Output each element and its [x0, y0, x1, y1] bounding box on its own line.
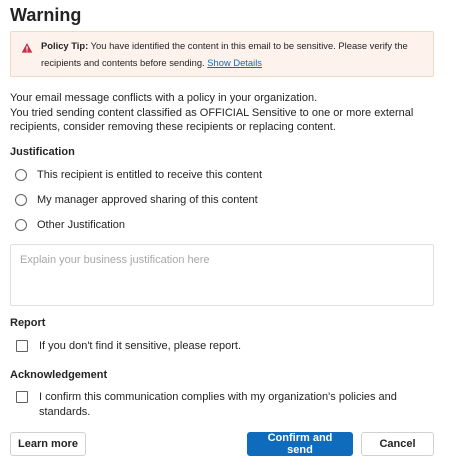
justification-option-manager-approved[interactable]: My manager approved sharing of this cont…	[15, 192, 258, 208]
acknowledgement-checkbox-label: I confirm this communication complies wi…	[39, 391, 397, 418]
acknowledgement-heading: Acknowledgement	[10, 369, 108, 381]
justification-option-other[interactable]: Other Justification	[15, 217, 125, 233]
justification-heading: Justification	[10, 146, 75, 158]
justification-option-label: Other Justification	[37, 219, 126, 231]
policy-message: Your email message conflicts with a poli…	[10, 91, 435, 135]
learn-more-button[interactable]: Learn more	[10, 432, 86, 456]
confirm-and-send-button[interactable]: Confirm and send	[247, 432, 353, 456]
cancel-button[interactable]: Cancel	[361, 432, 434, 456]
policy-message-line-2: You tried sending content classified as …	[10, 106, 414, 134]
radio-button[interactable]	[15, 219, 27, 231]
report-checkbox-row[interactable]: If you don't find it sensitive, please r…	[16, 339, 241, 354]
justification-option-label: This recipient is entitled to receive th…	[37, 169, 263, 181]
warning-dialog: Warning Policy Tip: You have identified …	[0, 0, 450, 468]
report-checkbox[interactable]	[16, 340, 28, 352]
policy-tip-label: Policy Tip:	[41, 40, 89, 51]
policy-message-line-1: Your email message conflicts with a poli…	[10, 92, 318, 104]
radio-button[interactable]	[15, 169, 27, 181]
acknowledgement-checkbox-row[interactable]: I confirm this communication complies wi…	[16, 390, 416, 419]
acknowledgement-checkbox[interactable]	[16, 391, 28, 403]
radio-button[interactable]	[15, 194, 27, 206]
warning-triangle-icon	[21, 43, 33, 53]
justification-textarea[interactable]	[10, 244, 434, 306]
policy-tip-banner: Policy Tip: You have identified the cont…	[10, 31, 434, 77]
report-heading: Report	[10, 317, 46, 329]
dialog-title: Warning	[10, 5, 82, 25]
show-details-link[interactable]: Show Details	[207, 57, 262, 68]
report-checkbox-label: If you don't find it sensitive, please r…	[39, 340, 242, 352]
justification-option-label: My manager approved sharing of this cont…	[37, 194, 258, 206]
justification-option-recipient-entitled[interactable]: This recipient is entitled to receive th…	[15, 167, 262, 183]
